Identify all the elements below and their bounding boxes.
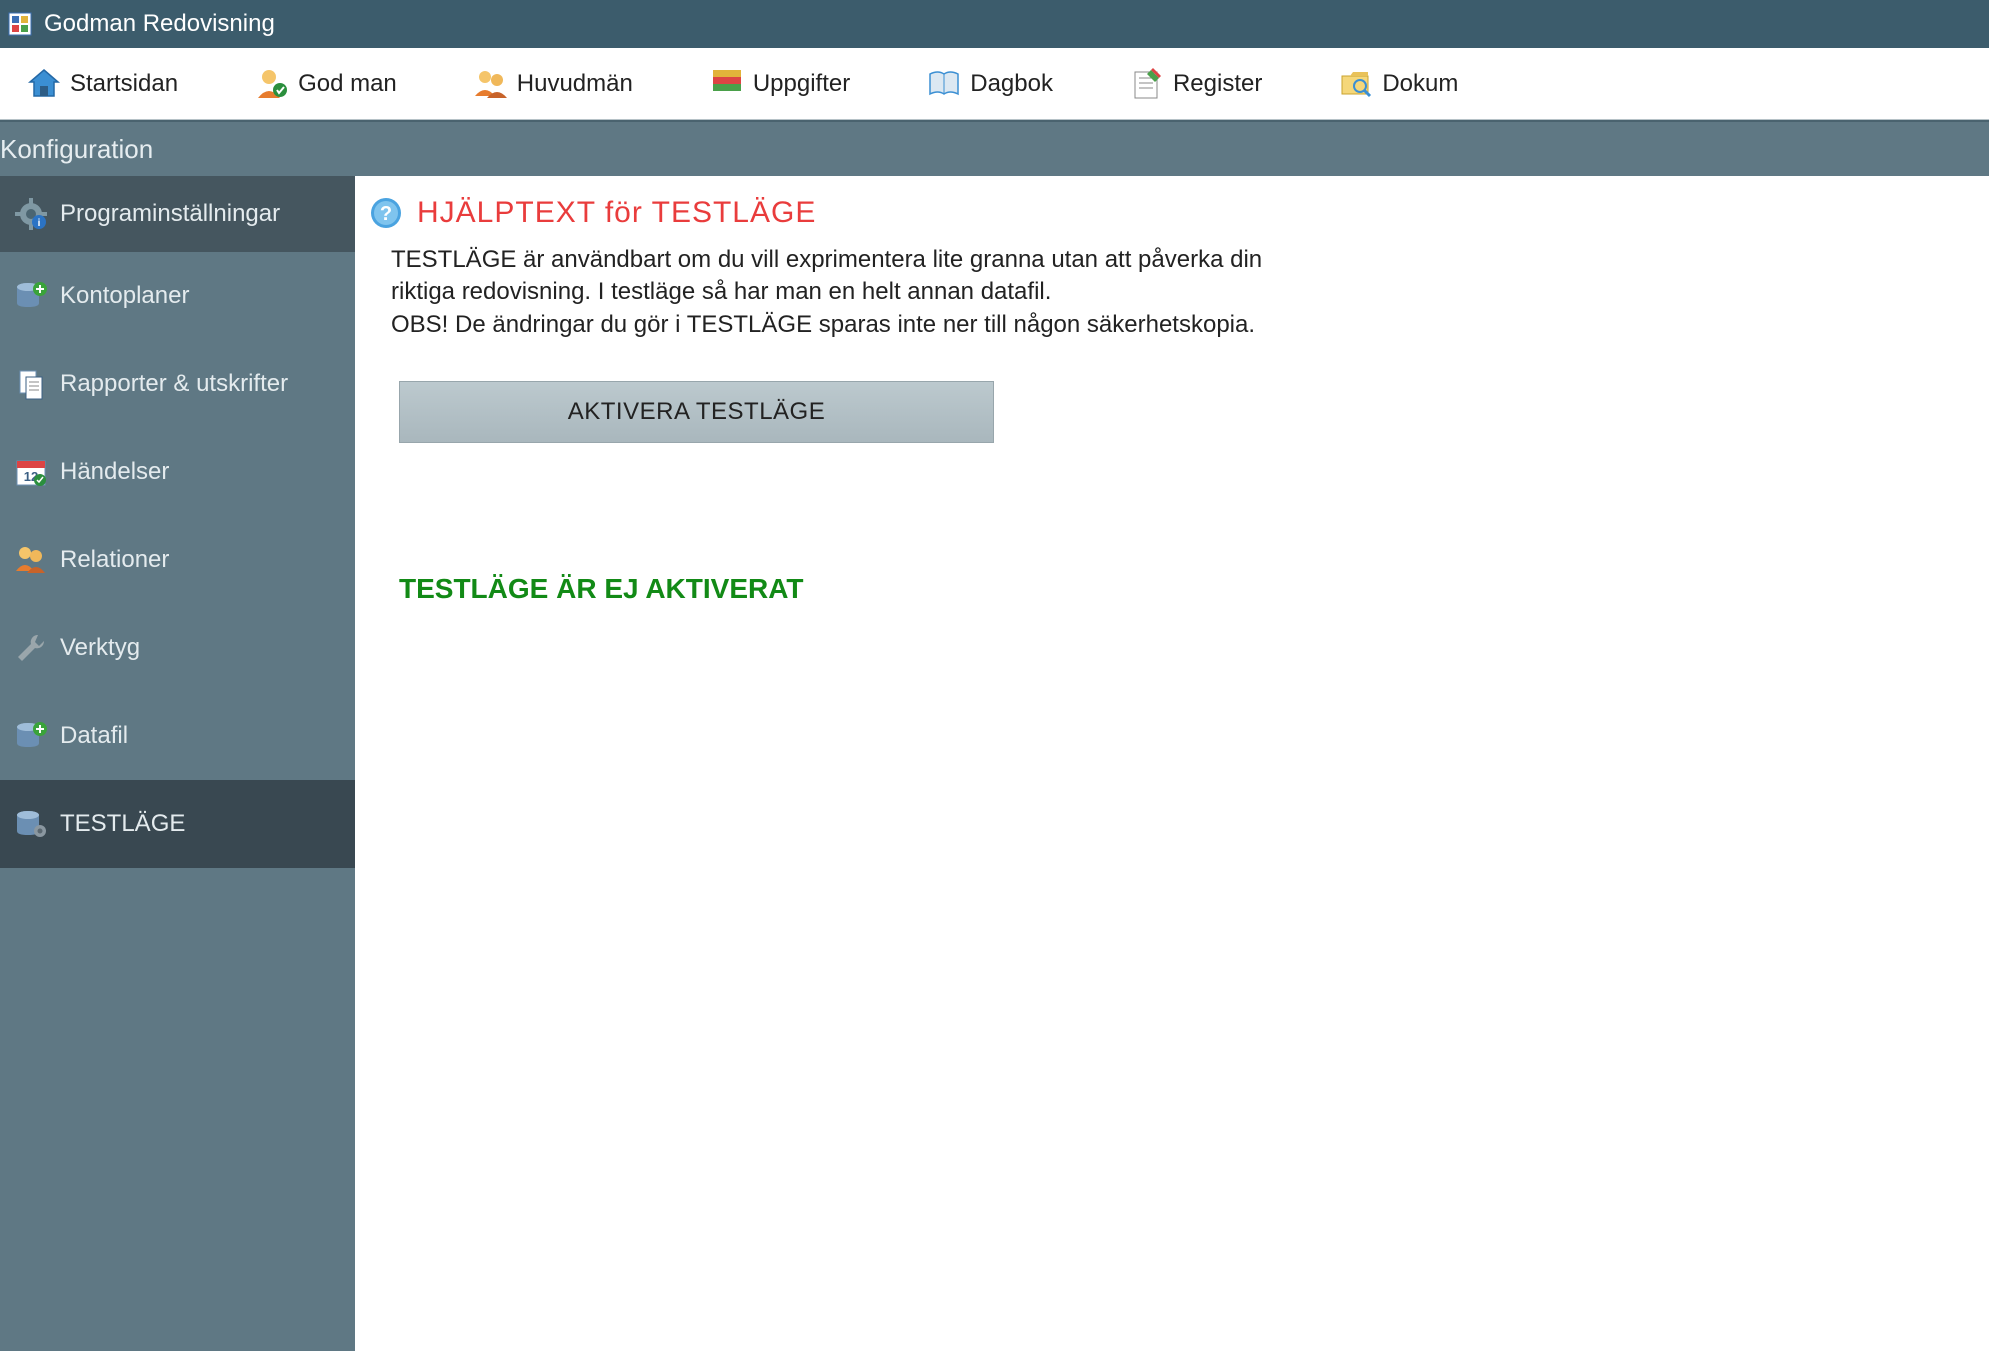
notepad-icon [1129,66,1165,102]
database-plus-icon [14,279,48,313]
section-header: Konfiguration [0,120,1989,176]
database-gear-icon [14,807,48,841]
help-header: ? HJÄLPTEXT för TESTLÄGE [369,196,1979,230]
toolbar-item-godman[interactable]: God man [236,56,415,112]
help-icon: ? [369,196,403,230]
toolbar-label: Uppgifter [753,70,850,98]
toolbar-label: Startsidan [70,70,178,98]
sidebar-item-testlage[interactable]: TESTLÄGE [0,780,355,868]
sidebar-item-label: Datafil [60,722,128,750]
sidebar-item-rapporter[interactable]: Rapporter & utskrifter [0,340,355,428]
gear-icon: i [14,197,48,231]
toolbar-label: Huvudmän [517,70,633,98]
sidebar-item-programsettings[interactable]: i Programinställningar [0,176,355,252]
main-toolbar: Startsidan God man Huvudmän Uppgifter Da… [0,48,1989,120]
sidebar-item-label: Rapporter & utskrifter [60,370,288,398]
toolbar-label: Dokum [1382,70,1458,98]
books-icon [709,66,745,102]
toolbar-label: Register [1173,70,1262,98]
activate-testmode-button[interactable]: AKTIVERA TESTLÄGE [399,381,994,443]
help-body: TESTLÄGE är användbart om du vill exprim… [391,244,1291,341]
sidebar-item-label: Kontoplaner [60,282,189,310]
window-title: Godman Redovisning [44,10,275,38]
toolbar-label: God man [298,70,397,98]
toolbar-item-dokument[interactable]: Dokum [1320,56,1476,112]
sidebar: i Programinställningar Kontoplaner Rappo… [0,176,355,1351]
help-title: HJÄLPTEXT för TESTLÄGE [417,196,816,230]
sidebar-item-label: Relationer [60,546,169,574]
app-icon [8,12,32,36]
sidebar-item-label: Programinställningar [60,200,280,228]
calendar-icon: 12 [14,455,48,489]
sidebar-item-label: Verktyg [60,634,140,662]
toolbar-item-startsidan[interactable]: Startsidan [8,56,196,112]
sidebar-item-datafil[interactable]: Datafil [0,692,355,780]
home-icon [26,66,62,102]
sidebar-item-handelser[interactable]: 12 Händelser [0,428,355,516]
people-icon [473,66,509,102]
sidebar-item-label: Händelser [60,458,169,486]
sidebar-item-kontoplaner[interactable]: Kontoplaner [0,252,355,340]
window-titlebar: Godman Redovisning [0,0,1989,48]
main-area: i Programinställningar Kontoplaner Rappo… [0,176,1989,1351]
database-plus-icon [14,719,48,753]
documents-icon [14,367,48,401]
testmode-status: TESTLÄGE ÄR EJ AKTIVERAT [399,573,1979,605]
person-badge-icon [254,66,290,102]
search-folder-icon [1338,66,1374,102]
wrench-icon [14,631,48,665]
svg-text:i: i [38,218,41,229]
toolbar-item-register[interactable]: Register [1111,56,1280,112]
toolbar-label: Dagbok [970,70,1053,98]
section-title: Konfiguration [0,134,153,165]
toolbar-item-dagbok[interactable]: Dagbok [908,56,1071,112]
book-open-icon [926,66,962,102]
people-icon [14,543,48,577]
toolbar-item-huvudman[interactable]: Huvudmän [455,56,651,112]
content-panel: ? HJÄLPTEXT för TESTLÄGE TESTLÄGE är anv… [355,176,1989,1351]
sidebar-item-verktyg[interactable]: Verktyg [0,604,355,692]
sidebar-item-relationer[interactable]: Relationer [0,516,355,604]
sidebar-item-label: TESTLÄGE [60,810,185,838]
svg-text:?: ? [380,203,392,225]
toolbar-item-uppgifter[interactable]: Uppgifter [691,56,868,112]
